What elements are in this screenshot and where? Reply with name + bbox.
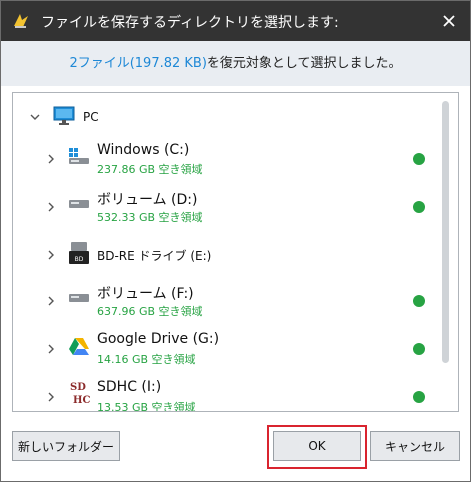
svg-text:BD: BD — [75, 256, 84, 263]
tree-root-label: PC — [83, 110, 99, 124]
hard-drive-icon — [69, 200, 89, 208]
directory-tree[interactable]: PC Windows (C:) 237.86 GB 空き領域 ボリューム (D:… — [12, 92, 459, 412]
svg-text:HC: HC — [73, 395, 90, 406]
drive-label: BD-RE ドライブ (E:) — [97, 249, 212, 263]
google-drive-icon — [69, 338, 89, 355]
drive-label: Google Drive (G:) — [97, 331, 220, 347]
save-directory-dialog: ファイルを保存するディレクトリを選択します: 2ファイル(197.82 KB)を… — [0, 0, 471, 482]
chevron-right-icon[interactable] — [45, 153, 57, 165]
chevron-right-icon[interactable] — [45, 343, 57, 355]
tree-item-drive[interactable]: BD BD-RE ドライブ (E:) — [13, 239, 413, 287]
windows-drive-icon — [69, 148, 89, 164]
chevron-right-icon[interactable] — [45, 391, 57, 403]
tree-item-drive[interactable]: ボリューム (F:) 637.96 GB 空き領域 — [13, 283, 425, 331]
tree-scrollbar[interactable] — [442, 101, 449, 363]
svg-text:SD: SD — [70, 382, 86, 393]
tree-root-pc[interactable]: PC — [13, 93, 413, 141]
tree-item-drive[interactable]: Windows (C:) 237.86 GB 空き領域 — [13, 139, 425, 187]
chevron-down-icon[interactable] — [29, 111, 41, 123]
ok-button[interactable]: OK — [273, 431, 361, 461]
tree-item-drive[interactable]: Google Drive (G:) 14.16 GB 空き領域 — [13, 331, 425, 379]
drive-free-space: 14.16 GB 空き領域 — [97, 353, 196, 366]
bd-drive-icon: BD — [69, 242, 89, 264]
drive-label: ボリューム (D:) — [97, 192, 198, 208]
status-dot — [413, 153, 425, 165]
drive-free-space: 532.33 GB 空き領域 — [97, 211, 203, 224]
drive-label: Windows (C:) — [97, 142, 190, 158]
app-logo-icon — [14, 14, 28, 28]
close-icon[interactable] — [436, 8, 462, 34]
tree-item-drive[interactable]: ボリューム (D:) 532.33 GB 空き領域 — [13, 189, 425, 237]
hard-drive-icon — [69, 294, 89, 302]
chevron-right-icon[interactable] — [45, 249, 57, 261]
drive-label: ボリューム (F:) — [97, 286, 194, 302]
title-bar: ファイルを保存するディレクトリを選択します: — [1, 1, 470, 41]
computer-icon — [53, 106, 75, 125]
selected-files-link[interactable]: 2ファイル(197.82 KB) — [69, 56, 206, 71]
status-dot — [413, 201, 425, 213]
new-folder-button[interactable]: 新しいフォルダー — [12, 431, 120, 461]
sdhc-card-icon: SD HC — [70, 382, 90, 406]
chevron-right-icon[interactable] — [45, 295, 57, 307]
drive-free-space: 13.53 GB 空き領域 — [97, 401, 196, 412]
drive-free-space: 237.86 GB 空き領域 — [97, 163, 203, 176]
dialog-title: ファイルを保存するディレクトリを選択します: — [41, 15, 339, 31]
status-dot — [413, 391, 425, 403]
status-dot — [413, 295, 425, 307]
selection-info-text: を復元対象として選択しました。 — [206, 56, 402, 71]
status-dot — [413, 343, 425, 355]
selection-info-bar: 2ファイル(197.82 KB)を復元対象として選択しました。 — [1, 41, 470, 86]
drive-free-space: 637.96 GB 空き領域 — [97, 305, 203, 318]
cancel-button[interactable]: キャンセル — [370, 431, 460, 461]
drive-label: SDHC (I:) — [97, 379, 162, 395]
tree-item-drive[interactable]: SD HC SDHC (I:) 13.53 GB 空き領域 — [13, 377, 425, 412]
chevron-right-icon[interactable] — [45, 201, 57, 213]
